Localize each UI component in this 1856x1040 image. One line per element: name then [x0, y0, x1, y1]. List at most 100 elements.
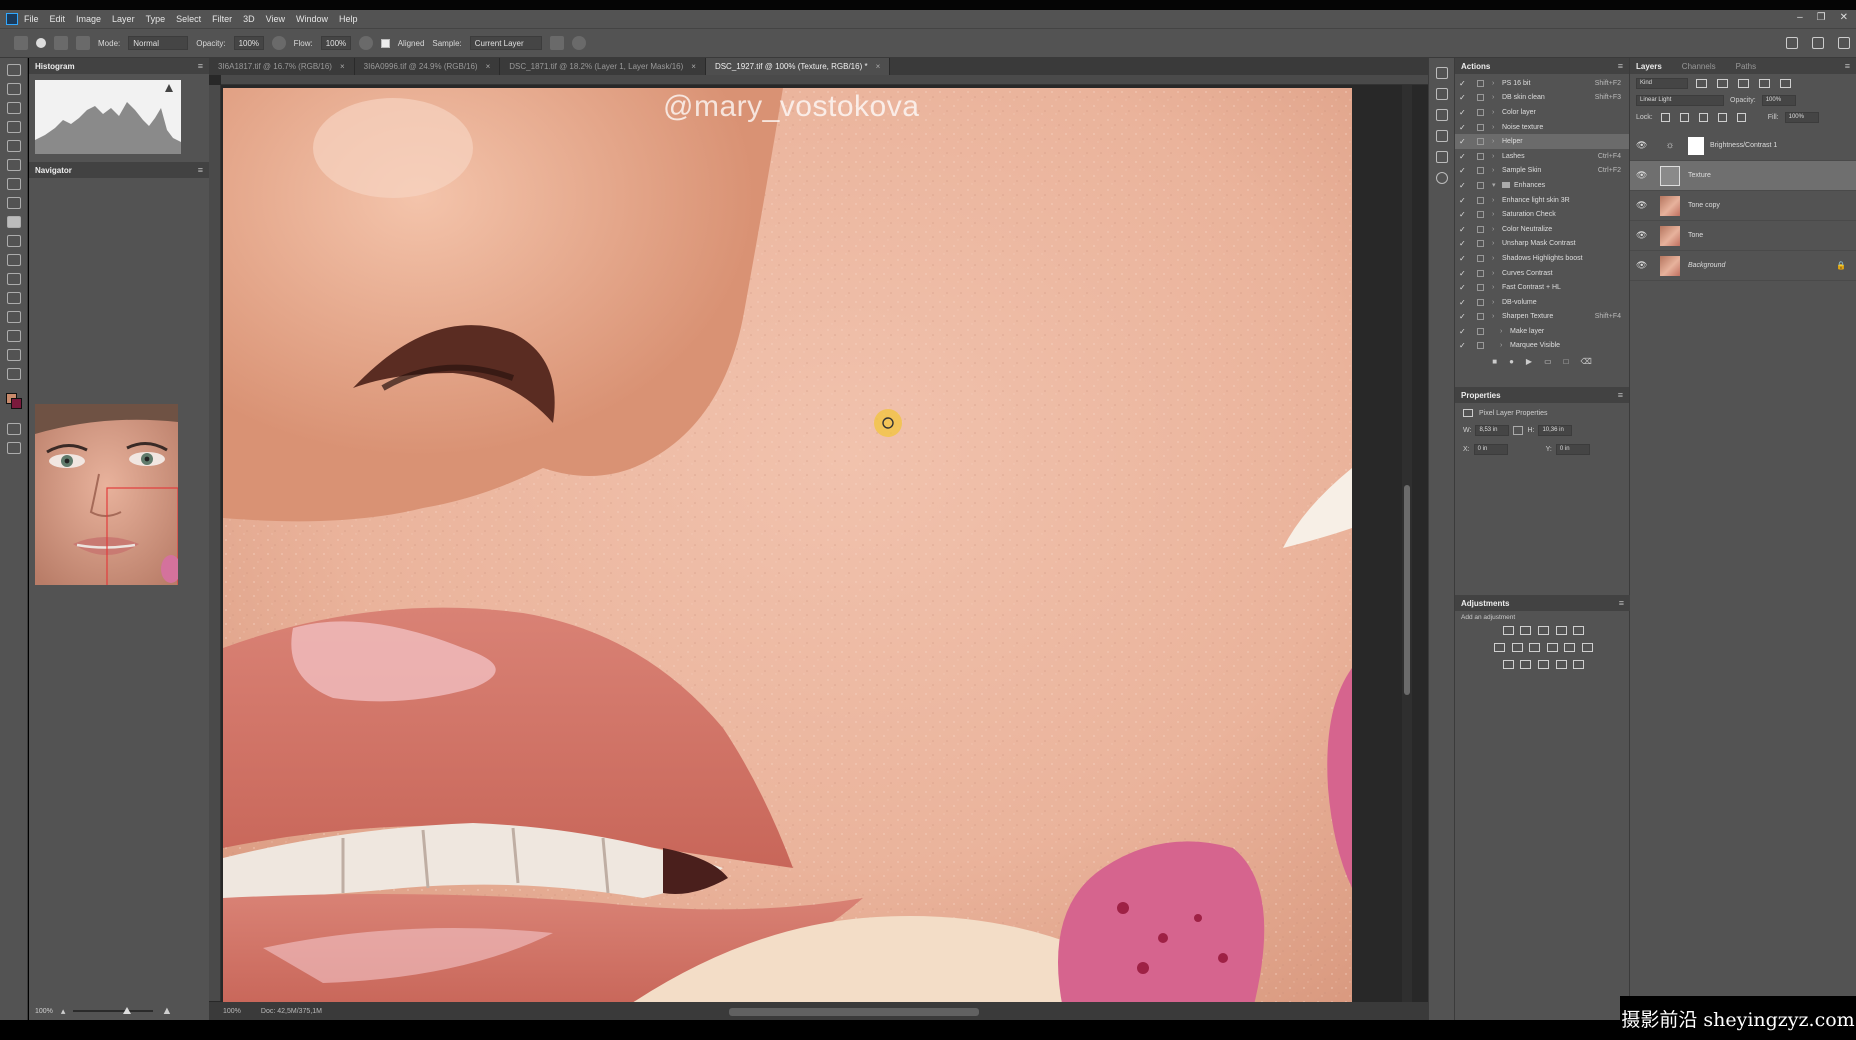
eyedropper-tool-icon[interactable]	[6, 159, 21, 171]
exposure-icon[interactable]	[1555, 626, 1567, 635]
dialog-toggle-icon[interactable]	[1477, 79, 1484, 87]
action-item[interactable]: ✓ › Noise texture	[1455, 120, 1629, 135]
action-item[interactable]: ✓ › Unsharp Mask Contrast	[1455, 237, 1629, 252]
expand-chevron-icon[interactable]: ›	[1492, 299, 1502, 306]
info-panel-icon[interactable]	[1435, 172, 1448, 184]
share-icon[interactable]	[1838, 37, 1850, 49]
action-item[interactable]: ✓ › Helper	[1455, 134, 1629, 149]
brushes-panel-icon[interactable]	[1435, 88, 1448, 100]
image-canvas[interactable]: @mary_vostokova	[223, 88, 1352, 1009]
lock-all-icon[interactable]	[1736, 113, 1746, 122]
histogram-tab[interactable]: Histogram ≡	[29, 58, 209, 74]
tab-channels[interactable]: Channels	[1682, 62, 1716, 71]
expand-chevron-icon[interactable]: ›	[1492, 240, 1502, 247]
kind-filter-select[interactable]: Kind	[1636, 78, 1688, 89]
lock-transparent-icon[interactable]	[1660, 113, 1670, 122]
dialog-toggle-icon[interactable]	[1477, 108, 1484, 116]
dialog-toggle-icon[interactable]	[1477, 211, 1484, 219]
vibrance-icon[interactable]	[1573, 626, 1585, 635]
menu-help[interactable]: Help	[339, 14, 358, 24]
visibility-eye-icon[interactable]: 👁	[1636, 231, 1648, 241]
height-field[interactable]: 10,36 in	[1538, 425, 1573, 437]
filter-adjustment-icon[interactable]	[1717, 79, 1728, 88]
close-button[interactable]: ✕	[1840, 12, 1848, 23]
crop-tool-icon[interactable]	[6, 140, 21, 152]
record-icon[interactable]: ●	[1509, 357, 1514, 366]
horizontal-scroll-thumb[interactable]	[729, 1008, 979, 1016]
layer-row[interactable]: 👁 Texture	[1630, 161, 1856, 191]
play-icon[interactable]: ▶	[1526, 357, 1532, 366]
layer-thumbnail[interactable]	[1660, 195, 1680, 216]
dialog-toggle-icon[interactable]	[1477, 342, 1484, 350]
width-field[interactable]: 8,53 in	[1475, 425, 1510, 437]
expand-chevron-icon[interactable]: ›	[1492, 255, 1502, 262]
color-lookup-icon[interactable]	[1581, 643, 1593, 652]
dialog-toggle-icon[interactable]	[1477, 167, 1484, 175]
screen-mode-icon[interactable]	[6, 442, 21, 454]
action-item[interactable]: ✓ › Curves Contrast	[1455, 266, 1629, 281]
action-item[interactable]: ✓ ▾ Enhances	[1455, 178, 1629, 193]
background-color-swatch[interactable]	[11, 398, 22, 409]
layer-thumbnail[interactable]	[1660, 225, 1680, 246]
pen-tool-icon[interactable]	[6, 273, 21, 285]
visibility-eye-icon[interactable]: 👁	[1636, 201, 1648, 211]
dialog-toggle-icon[interactable]	[1477, 240, 1484, 248]
hue-saturation-icon[interactable]	[1494, 643, 1506, 652]
action-item[interactable]: ✓ › Color layer	[1455, 105, 1629, 120]
more-tools-icon[interactable]	[6, 368, 21, 380]
action-toggle-checkmark-icon[interactable]: ✓	[1459, 239, 1469, 248]
menu-view[interactable]: View	[266, 14, 285, 24]
action-toggle-checkmark-icon[interactable]: ✓	[1459, 166, 1469, 175]
lasso-tool-icon[interactable]	[6, 102, 21, 114]
selective-color-icon[interactable]	[1555, 660, 1567, 669]
expand-chevron-icon[interactable]: ›	[1492, 313, 1502, 320]
path-select-tool-icon[interactable]	[6, 311, 21, 323]
brush-size-icon[interactable]	[36, 38, 46, 48]
expand-chevron-icon[interactable]: ›	[1500, 328, 1510, 335]
expand-chevron-icon[interactable]: ›	[1492, 153, 1502, 160]
panel-menu-icon[interactable]: ≡	[1619, 598, 1624, 608]
expand-chevron-icon[interactable]: ›	[1492, 80, 1502, 87]
layer-row[interactable]: 👁 ☼ Brightness/Contrast 1	[1630, 131, 1856, 161]
action-toggle-checkmark-icon[interactable]: ✓	[1459, 196, 1469, 205]
doc-tab-4-active[interactable]: DSC_1927.tif @ 100% (Texture, RGB/16) * ×	[705, 58, 891, 75]
y-field[interactable]: 0 in	[1555, 444, 1590, 456]
type-tool-icon[interactable]	[6, 292, 21, 304]
levels-icon[interactable]	[1520, 626, 1532, 635]
new-set-icon[interactable]: ▭	[1544, 357, 1552, 366]
zoom-tool-icon[interactable]	[6, 349, 21, 361]
dialog-toggle-icon[interactable]	[1477, 254, 1484, 262]
posterize-icon[interactable]	[1520, 660, 1532, 669]
layer-name[interactable]: Background	[1688, 262, 1725, 269]
dialog-toggle-icon[interactable]	[1477, 123, 1484, 131]
action-toggle-checkmark-icon[interactable]: ✓	[1459, 152, 1469, 161]
panel-menu-icon[interactable]: ≡	[1845, 61, 1850, 71]
curves-icon[interactable]	[1538, 626, 1549, 635]
expand-chevron-icon[interactable]: ›	[1492, 94, 1502, 101]
black-white-icon[interactable]	[1529, 643, 1541, 652]
action-toggle-checkmark-icon[interactable]: ✓	[1459, 341, 1469, 350]
doc-tab-2[interactable]: 3I6A0996.tif @ 24.9% (RGB/16) ×	[355, 58, 501, 75]
filter-smart-object-icon[interactable]	[1780, 79, 1791, 88]
layer-thumbnail[interactable]	[1660, 165, 1680, 186]
menu-filter[interactable]: Filter	[212, 14, 232, 24]
close-tab-icon[interactable]: ×	[340, 62, 345, 71]
status-zoom[interactable]: 100%	[223, 1008, 241, 1015]
brightness-contrast-icon[interactable]	[1502, 626, 1514, 635]
panel-menu-icon[interactable]: ≡	[198, 61, 203, 71]
lock-artboard-icon[interactable]	[1717, 113, 1727, 122]
sample-select[interactable]: Current Layer	[469, 36, 542, 50]
gradient-map-icon[interactable]	[1573, 660, 1585, 669]
action-item[interactable]: ✓ › Sample Skin Ctrl+F2	[1455, 164, 1629, 179]
clone-stamp-preset-icon[interactable]	[14, 36, 28, 50]
dialog-toggle-icon[interactable]	[1477, 313, 1484, 321]
layer-row[interactable]: 👁 Tone copy	[1630, 191, 1856, 221]
dialog-toggle-icon[interactable]	[1477, 298, 1484, 306]
hand-tool-icon[interactable]	[6, 330, 21, 342]
layer-mask-thumbnail[interactable]	[1688, 136, 1704, 155]
action-toggle-checkmark-icon[interactable]: ✓	[1459, 269, 1469, 278]
panel-menu-icon[interactable]: ≡	[1618, 390, 1623, 400]
action-toggle-checkmark-icon[interactable]: ✓	[1459, 108, 1469, 117]
dialog-toggle-icon[interactable]	[1477, 269, 1484, 277]
character-panel-icon[interactable]	[1435, 130, 1448, 142]
